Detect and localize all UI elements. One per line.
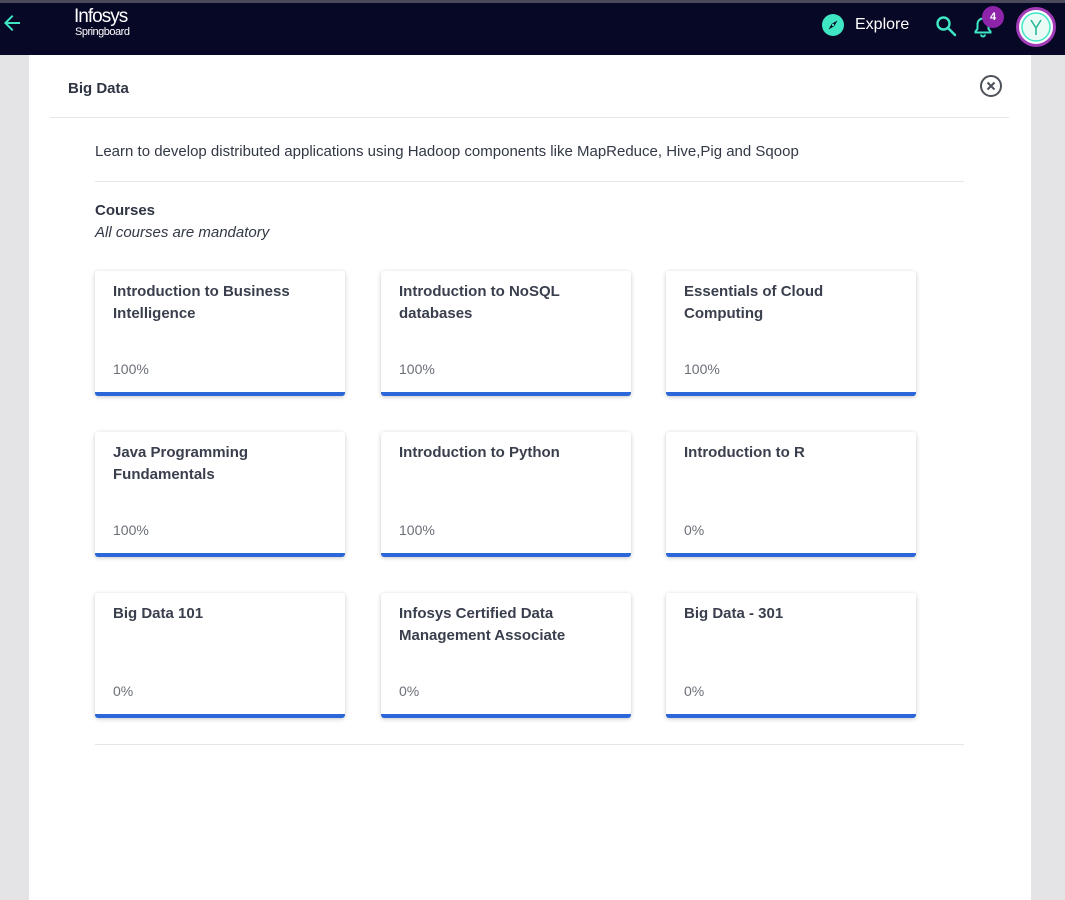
course-card[interactable]: Big Data 101 0% [95,593,345,718]
compass-icon [822,14,844,36]
course-progress-bar [666,714,916,718]
courses-divider [95,744,964,745]
course-title: Introduction to NoSQL databases [399,283,560,322]
course-card[interactable]: Big Data - 301 0% [666,593,916,718]
course-progress: 100% [113,361,149,377]
learning-path-panel: Big Data Learn to develop distributed ap… [29,55,1031,900]
close-circle-icon [980,75,1002,97]
course-card[interactable]: Java Programming Fundamentals 100% [95,432,345,557]
search-button[interactable] [934,14,958,38]
course-progress-bar [95,553,345,557]
description-divider [95,181,964,182]
course-card[interactable]: Introduction to Python 100% [381,432,631,557]
course-card[interactable]: Essentials of Cloud Computing 100% [666,271,916,396]
top-navigation-bar: Infosys Springboard Explore 4 [0,0,1065,55]
course-progress: 100% [399,522,435,538]
avatar-icon [1021,12,1051,42]
courses-heading: Courses [95,202,156,219]
course-progress: 0% [684,683,705,699]
course-title: Essentials of Cloud Computing [684,283,824,322]
panel-title: Big Data [68,80,129,97]
search-icon [936,16,957,37]
course-card[interactable]: Introduction to R 0% [666,432,916,557]
course-card[interactable]: Introduction to Business Intelligence 10… [95,271,345,396]
course-progress-bar [95,392,345,396]
course-title: Java Programming Fundamentals [113,444,249,483]
course-progress: 100% [113,522,149,538]
course-progress-bar [381,553,631,557]
notification-count-badge: 4 [982,6,1004,28]
logo-line-1: Infosys [74,6,128,27]
course-progress: 0% [113,683,134,699]
course-progress-bar [95,714,345,718]
infosys-springboard-logo[interactable]: Infosys Springboard [74,7,134,45]
course-title: Introduction to Business Intelligence [113,283,290,322]
course-progress: 100% [684,361,720,377]
courses-subheading: All courses are mandatory [95,224,270,241]
user-avatar[interactable] [1016,7,1056,47]
course-progress: 100% [399,361,435,377]
arrow-left-icon [4,15,20,31]
course-progress-bar [666,553,916,557]
course-card[interactable]: Infosys Certified Data Management Associ… [381,593,631,718]
course-title: Infosys Certified Data Management Associ… [399,605,566,644]
course-title: Introduction to Python [399,444,560,461]
course-card[interactable]: Introduction to NoSQL databases 100% [381,271,631,396]
course-progress-bar [381,714,631,718]
course-title: Introduction to R [684,444,805,461]
back-button[interactable] [0,11,24,35]
close-button[interactable] [979,74,1003,98]
course-progress-bar [666,392,916,396]
course-title: Big Data - 301 [684,605,784,622]
course-progress: 0% [399,683,420,699]
logo-line-2: Springboard [75,26,130,38]
course-progress: 0% [684,522,705,538]
course-title: Big Data 101 [113,605,204,622]
header-divider [50,117,1009,118]
explore-label: Explore [855,16,910,33]
course-progress-bar [381,392,631,396]
explore-button[interactable]: Explore [821,12,909,38]
panel-description: Learn to develop distributed application… [95,143,799,160]
